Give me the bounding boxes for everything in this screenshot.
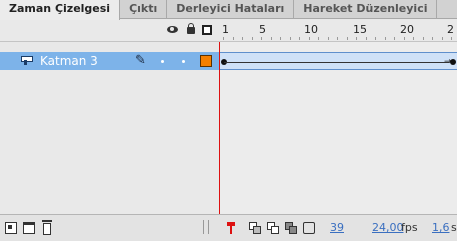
frame-ruler[interactable]: 1 5 10 15 20 2 [219,20,457,42]
layer-header-icons [0,20,219,42]
layer-icon [21,56,33,65]
motion-tween-span[interactable] [224,62,449,63]
lock-all-layers-icon[interactable] [187,23,195,34]
elapsed-time-unit: s [451,221,457,234]
ruler-tick [394,37,395,40]
modify-markers-icon[interactable] [303,222,315,234]
timeline-footer: 39 24,00 fps 1,6 s [0,214,457,241]
ruler-tick [432,37,433,40]
layer-list-empty-area [0,70,219,214]
layer-row[interactable]: Katman 3 ✎ [0,52,219,70]
elapsed-time-value[interactable]: 1,6 [432,221,450,235]
ruler-tick [308,37,310,40]
ruler-label-1: 1 [222,23,229,36]
ruler-tick [289,37,291,40]
layer-outline-color-swatch[interactable] [200,55,212,67]
ruler-label-20: 20 [400,23,414,36]
show-hide-all-layers-icon[interactable] [167,26,178,33]
ruler-tick [346,37,348,40]
panel-divider-grip[interactable] [203,220,209,234]
ruler-tick [356,37,357,40]
current-frame-value[interactable]: 39 [330,221,344,235]
panel-tabbar: Zaman Çizelgesi Çıktı Derleyici Hataları… [0,0,457,20]
ruler-tick [299,37,300,40]
ruler-tick [223,37,224,40]
ruler-tick [270,37,272,40]
ruler-tick [261,37,262,40]
ruler-label-5: 5 [259,23,266,36]
ruler-tick [327,37,329,40]
fps-label: fps [401,221,418,234]
ruler-label-15: 15 [353,23,367,36]
new-layer-icon[interactable] [5,222,17,234]
ruler-tick [413,37,414,40]
pencil-icon: ✎ [135,53,146,68]
tab-motion-editor[interactable]: Hareket Düzenleyici [294,0,438,19]
layer-visibility-dot[interactable] [161,60,164,63]
ruler-label-10: 10 [304,23,318,36]
ruler-tick [251,37,253,40]
timeline-footer-controls: 39 24,00 fps 1,6 s [220,215,457,241]
ruler-tick [242,37,243,40]
ruler-tick [451,37,452,40]
show-all-outlines-icon[interactable] [202,25,212,35]
ruler-label-25: 2 [447,23,454,36]
tab-compiler-errors[interactable]: Derleyici Hataları [167,0,295,19]
ruler-tick [318,37,319,40]
layer-frames-row[interactable]: → [220,52,457,70]
ruler-tick [403,37,405,40]
ruler-tick [337,37,338,40]
tab-timeline[interactable]: Zaman Çizelgesi [0,0,121,20]
edit-multiple-frames-icon[interactable] [285,222,297,234]
center-frame-icon[interactable] [227,222,235,234]
frame-rate-value[interactable]: 24,00 [372,221,404,235]
ruler-tick [280,37,281,40]
layer-lock-dot[interactable] [182,60,185,63]
onion-skin-icon[interactable] [249,222,261,234]
ruler-tick [375,37,376,40]
ruler-tick [384,37,386,40]
ruler-tick [441,37,443,40]
delete-layer-icon[interactable] [42,220,52,235]
ruler-tick [422,37,424,40]
ruler-tick [232,37,234,40]
onion-skin-outlines-icon[interactable] [267,222,279,234]
layer-name[interactable]: Katman 3 [40,53,98,69]
playhead-line [219,42,220,214]
new-folder-icon[interactable] [23,222,35,234]
keyframe-end[interactable] [450,59,456,65]
tab-output[interactable]: Çıktı [120,0,168,19]
ruler-tick [365,37,367,40]
timeline-header: 1 5 10 15 20 2 [0,20,457,42]
